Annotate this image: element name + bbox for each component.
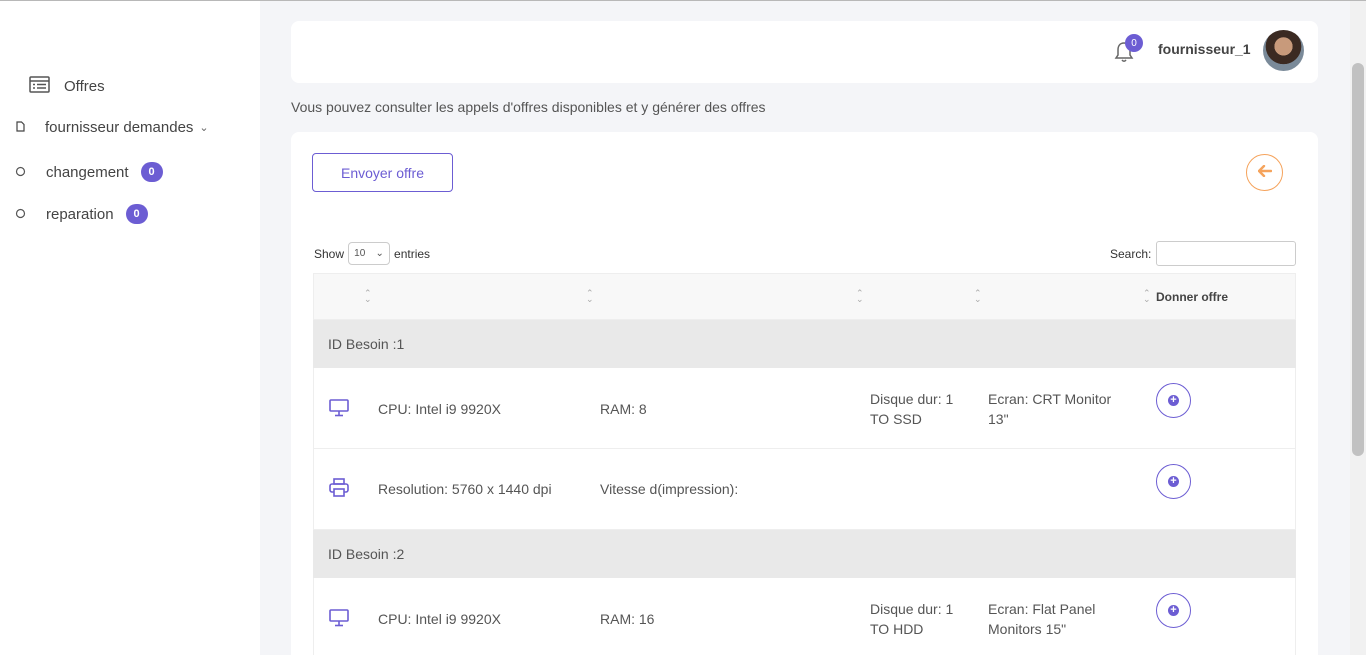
- sidebar-item-offres[interactable]: Offres: [29, 76, 105, 97]
- top-navbar: 0 fournisseur_1: [291, 21, 1318, 83]
- add-offer-button[interactable]: +: [1156, 383, 1191, 418]
- sort-icon[interactable]: ⌃ ⌄: [586, 289, 594, 304]
- sort-icon[interactable]: ⌃ ⌄: [1143, 289, 1151, 304]
- sidebar-item-fournisseur-demandes[interactable]: fournisseur demandes ⌄: [16, 119, 209, 136]
- sidebar-item-label: changement: [46, 163, 129, 181]
- search-label: Search:: [1110, 246, 1152, 261]
- entries-length-control: Show 10 ⌄ entries: [314, 242, 430, 265]
- table-row: Resolution: 5760 x 1440 dpi Vitesse d(im…: [313, 449, 1296, 530]
- notification-badge: 0: [1125, 34, 1143, 52]
- count-badge: 0: [140, 162, 163, 182]
- plus-icon: +: [1168, 605, 1179, 616]
- search-control: Search:: [1110, 241, 1297, 266]
- circle-icon: [15, 164, 26, 181]
- offers-card: Envoyer offre Show 10 ⌄ entries Search: …: [291, 132, 1318, 655]
- back-button[interactable]: [1246, 154, 1283, 191]
- group-row: ID Besoin :1: [313, 320, 1296, 368]
- group-row: ID Besoin :2: [313, 530, 1296, 578]
- chevron-down-icon: ⌄: [199, 122, 209, 134]
- count-badge: 0: [125, 204, 148, 224]
- chevron-down-icon: ⌄: [375, 248, 384, 259]
- cell-ram: RAM: 16: [600, 611, 655, 627]
- entries-select-value: 10: [354, 248, 366, 259]
- scrollbar-thumb[interactable]: [1352, 63, 1364, 456]
- sidebar-item-label: fournisseur demandes: [45, 119, 194, 136]
- sort-icon[interactable]: ⌃ ⌄: [364, 289, 372, 304]
- monitor-icon: [329, 399, 349, 420]
- add-offer-button[interactable]: +: [1156, 593, 1191, 628]
- cell-resolution: Resolution: 5760 x 1440 dpi: [378, 481, 552, 497]
- table-row: CPU: Intel i9 9920X RAM: 16 Disque dur: …: [313, 578, 1296, 655]
- search-input[interactable]: [1156, 241, 1297, 266]
- list-icon: [29, 76, 50, 97]
- arrow-left-icon: [1257, 164, 1272, 182]
- sidebar-item-reparation[interactable]: reparation 0: [15, 204, 148, 224]
- sidebar-item-label: Offres: [64, 78, 105, 95]
- cell-ram: RAM: 8: [600, 401, 647, 417]
- cell-ecran: Ecran: CRT Monitor 13": [988, 391, 1112, 427]
- cell-cpu: CPU: Intel i9 9920X: [378, 401, 501, 417]
- sidebar-item-changement[interactable]: changement 0: [15, 162, 163, 182]
- entries-label: entries: [394, 246, 431, 261]
- page-scrollbar[interactable]: [1350, 1, 1366, 655]
- offers-table: ⌃ ⌄ ⌃ ⌄ ⌃ ⌄ ⌃ ⌄ ⌃ ⌄ Donner offre ID Besoin :1…: [313, 273, 1296, 655]
- monitor-icon: [329, 609, 349, 630]
- sort-icon[interactable]: ⌃ ⌄: [856, 289, 864, 304]
- group-label: ID Besoin :2: [328, 546, 405, 562]
- cell-cpu: CPU: Intel i9 9920X: [378, 611, 501, 627]
- table-row: CPU: Intel i9 9920X RAM: 8 Disque dur: 1…: [313, 368, 1296, 449]
- show-label: Show: [314, 246, 345, 261]
- cell-ecran: Ecran: Flat Panel Monitors 15": [988, 601, 1096, 637]
- table-header: ⌃ ⌄ ⌃ ⌄ ⌃ ⌄ ⌃ ⌄ ⌃ ⌄ Donner offre: [313, 273, 1296, 320]
- add-offer-button[interactable]: +: [1156, 464, 1191, 499]
- cell-vitesse: Vitesse d(impression):: [600, 481, 739, 497]
- cell-disque: Disque dur: 1 TO HDD: [870, 601, 954, 637]
- plus-icon: +: [1168, 395, 1179, 406]
- page-subtitle: Vous pouvez consulter les appels d'offre…: [291, 99, 766, 115]
- avatar[interactable]: [1263, 30, 1304, 71]
- sort-icon[interactable]: ⌃ ⌄: [974, 289, 982, 304]
- printer-icon: [329, 478, 349, 501]
- send-offer-button[interactable]: Envoyer offre: [312, 153, 453, 192]
- entries-select[interactable]: 10 ⌄: [348, 242, 391, 265]
- file-icon: [16, 119, 25, 136]
- username[interactable]: fournisseur_1: [1158, 41, 1251, 57]
- column-header-donner-offre[interactable]: Donner offre: [1156, 290, 1228, 304]
- plus-icon: +: [1168, 476, 1179, 487]
- sidebar-item-label: reparation: [46, 205, 114, 223]
- sidebar: Offres fournisseur demandes ⌄ changement…: [0, 1, 260, 655]
- group-label: ID Besoin :1: [328, 336, 405, 352]
- circle-icon: [15, 206, 26, 223]
- cell-disque: Disque dur: 1 TO SSD: [870, 391, 954, 427]
